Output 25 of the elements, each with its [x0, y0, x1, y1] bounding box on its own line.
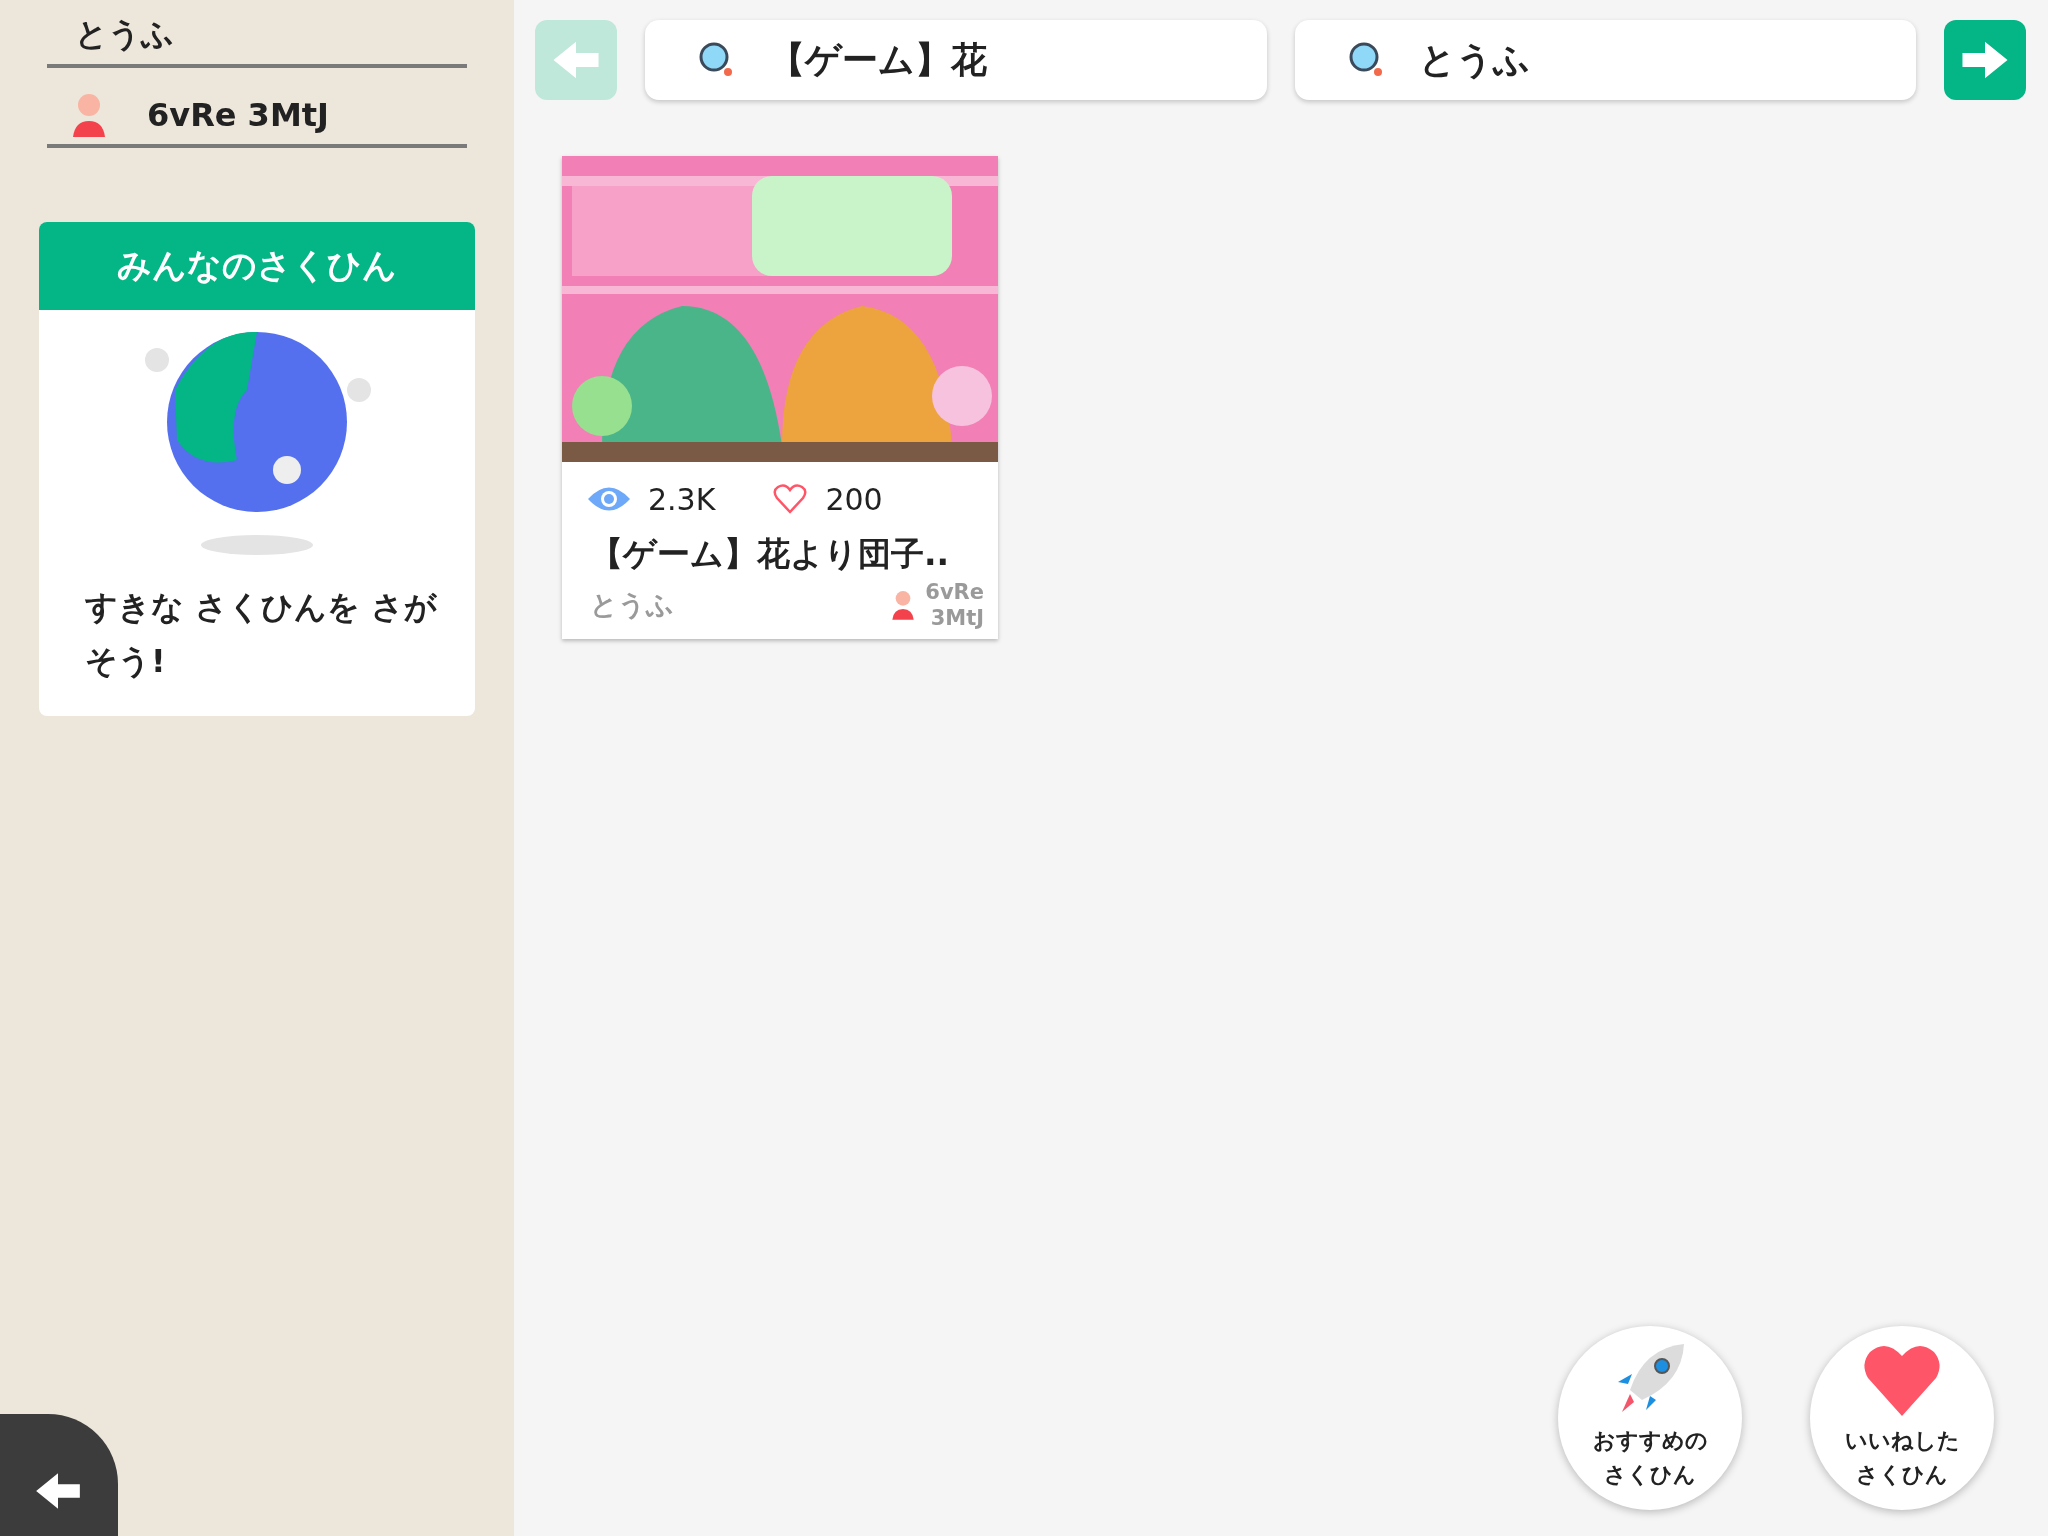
button-label: さくひん — [1856, 1461, 1948, 1489]
like-count: 200 — [825, 481, 883, 517]
work-card[interactable]: 2.3K 200 【ゲーム】花より団子.. とうふ 6vRe 3MtJ — [562, 156, 998, 639]
next-button[interactable] — [1944, 20, 2026, 100]
gallery-message: すきな さくひんを さがそう! — [84, 587, 439, 682]
person-icon — [891, 590, 916, 620]
gallery-card[interactable]: みんなのさくひん すきな さくひんを さがそう! — [39, 222, 475, 716]
user-id-field[interactable]: 6vRe 3MtJ — [47, 86, 467, 148]
username-field[interactable]: とうふ — [47, 6, 467, 68]
button-label: さくひん — [1604, 1461, 1696, 1489]
search-field[interactable]: とうふ — [1294, 20, 1916, 100]
view-count: 2.3K — [648, 481, 716, 517]
user-id: 6vRe 3MtJ — [147, 96, 329, 134]
work-title: 【ゲーム】花より団子.. — [589, 533, 951, 575]
search-text: とうふ — [1418, 37, 1530, 82]
user-id: 6vRe 3MtJ — [925, 579, 984, 631]
author-name: とうふ — [590, 588, 675, 622]
search-field[interactable]: 【ゲーム】花 — [645, 20, 1267, 100]
search-text: 【ゲーム】花 — [769, 37, 987, 82]
button-label: いいねした — [1844, 1427, 1960, 1455]
person-icon — [71, 93, 107, 137]
back-button[interactable] — [0, 1414, 118, 1536]
gallery-title: みんなのさくひん — [39, 222, 475, 310]
button-label: おすすめの — [1592, 1427, 1708, 1455]
heart-icon — [773, 483, 808, 515]
